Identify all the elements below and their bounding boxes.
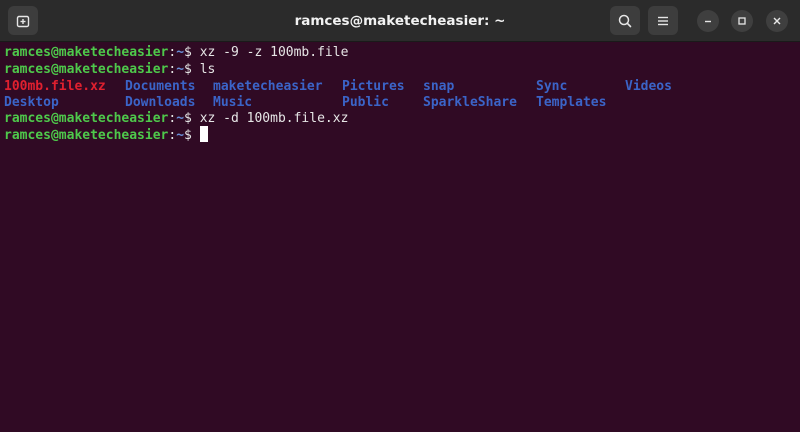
terminal-line: ramces@maketecheasier:~$ (4, 126, 208, 143)
ls-entry-directory: Videos (625, 79, 672, 94)
ls-entry-directory: maketecheasier (213, 79, 323, 94)
prompt-symbol: $ (184, 62, 192, 77)
prompt-path: ~ (176, 111, 185, 126)
prompt-path: ~ (176, 45, 185, 60)
ls-entry-directory: Desktop (4, 95, 59, 110)
prompt-symbol: $ (184, 45, 192, 60)
terminal-line: ramces@maketecheasier:~$ ls (4, 61, 215, 78)
command-text: xz -d 100mb.file.xz (199, 111, 349, 126)
command-text: xz -9 -z 100mb.file (199, 45, 349, 60)
prompt-symbol: $ (184, 128, 192, 143)
ls-entry-archive: 100mb.file.xz (4, 79, 106, 94)
close-icon (772, 16, 782, 26)
ls-entry-directory: SparkleShare (423, 95, 517, 110)
prompt-user-host: ramces@maketecheasier (4, 128, 169, 143)
title-bar[interactable]: ramces@maketecheasier: ~ (0, 0, 800, 42)
new-tab-button[interactable] (8, 6, 38, 35)
window-title: ramces@maketecheasier: ~ (294, 13, 506, 29)
command-text: ls (199, 62, 216, 77)
prompt-path: ~ (176, 128, 185, 143)
ls-output-row: 100mb.file.xz Documents maketecheasier P… (4, 78, 794, 95)
prompt-user-host: ramces@maketecheasier (4, 111, 169, 126)
prompt-user-host: ramces@maketecheasier (4, 45, 169, 60)
ls-entry-directory: Pictures (342, 79, 405, 94)
search-icon (617, 13, 633, 29)
minimize-icon (703, 16, 713, 26)
ls-entry-directory: Sync (536, 79, 568, 94)
text-cursor[interactable] (199, 126, 208, 142)
terminal-output[interactable]: ramces@maketecheasier:~$ xz -9 -z 100mb.… (0, 43, 800, 432)
terminal-window: ramces@maketecheasier: ~ ramces@maketech… (0, 0, 800, 432)
ls-entry-directory: Templates (536, 95, 607, 110)
ls-entry-directory: Music (213, 95, 253, 110)
prompt-symbol: $ (184, 111, 192, 126)
maximize-button[interactable] (731, 10, 753, 32)
ls-entry-directory: Documents (125, 79, 196, 94)
minimize-button[interactable] (697, 10, 719, 32)
close-button[interactable] (766, 10, 788, 32)
search-button[interactable] (610, 6, 640, 35)
ls-output-row: Desktop Downloads Music Public SparkleSh… (4, 94, 794, 111)
terminal-line: ramces@maketecheasier:~$ xz -d 100mb.fil… (4, 110, 348, 127)
prompt-user-host: ramces@maketecheasier (4, 62, 169, 77)
hamburger-menu-icon (656, 14, 670, 28)
maximize-icon (737, 16, 747, 26)
terminal-line: ramces@maketecheasier:~$ xz -9 -z 100mb.… (4, 44, 348, 61)
ls-entry-directory: Downloads (125, 95, 196, 110)
ls-entry-directory: snap (423, 79, 455, 94)
menu-button[interactable] (648, 6, 678, 35)
new-tab-icon (15, 13, 31, 29)
ls-entry-directory: Public (342, 95, 389, 110)
prompt-path: ~ (176, 62, 185, 77)
